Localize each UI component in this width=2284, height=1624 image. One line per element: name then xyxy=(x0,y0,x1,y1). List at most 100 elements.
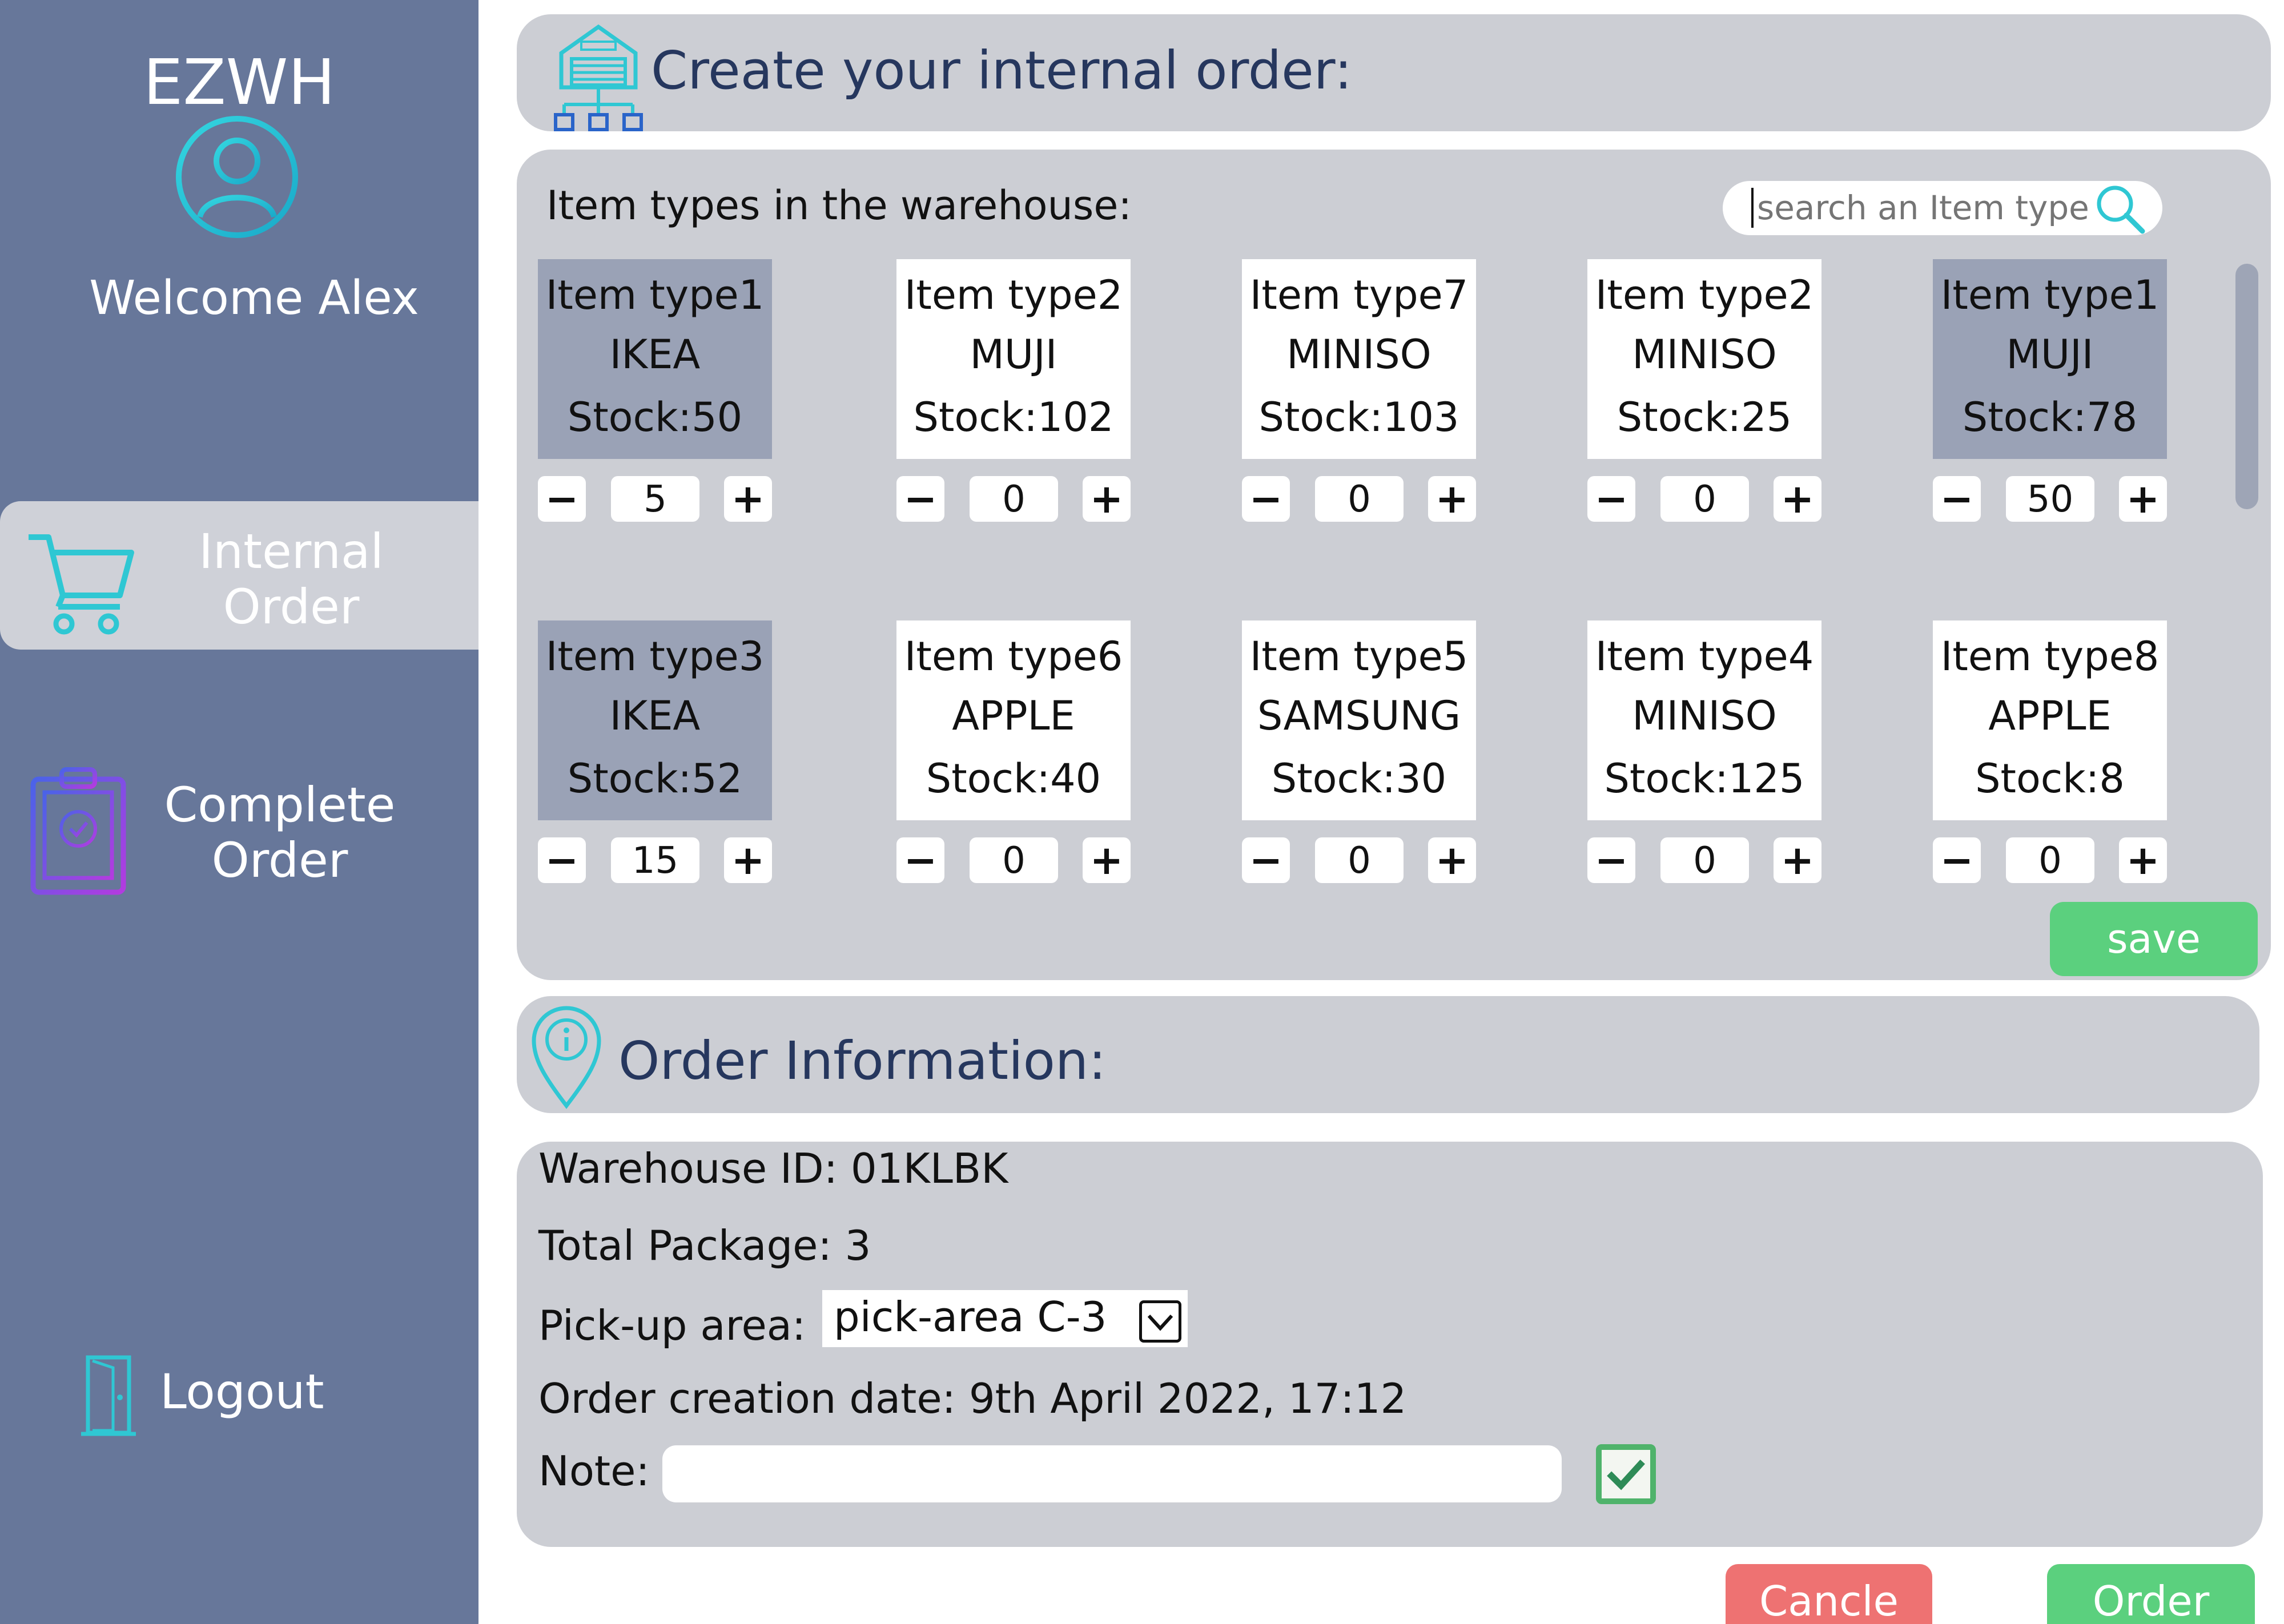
items-section-title: Item types in the warehouse: xyxy=(546,182,1132,229)
item-card[interactable]: Item type2 MUJI Stock:102 xyxy=(896,259,1131,459)
nav-label-line1: Complete xyxy=(164,777,396,833)
item-card[interactable]: Item type8 APPLE Stock:8 xyxy=(1933,620,2167,820)
item-stock: Stock:52 xyxy=(567,755,743,802)
item-card[interactable]: Item type1 IKEA Stock:50 xyxy=(538,259,772,459)
increment-button[interactable]: + xyxy=(724,476,772,522)
quantity-value[interactable]: 0 xyxy=(2006,837,2094,883)
quantity-stepper[interactable]: −0 + xyxy=(1242,476,1476,522)
pickup-area-select[interactable]: pick-area C-3 xyxy=(822,1290,1188,1347)
quantity-value[interactable]: 0 xyxy=(970,837,1058,883)
quantity-value[interactable]: 0 xyxy=(970,476,1058,522)
item-stock: Stock:103 xyxy=(1258,394,1459,441)
quantity-stepper[interactable]: −5 + xyxy=(538,476,772,522)
create-order-header: Create your internal order: xyxy=(517,14,2271,131)
increment-button[interactable]: + xyxy=(2119,837,2167,883)
warehouse-network-icon xyxy=(554,24,643,131)
quantity-stepper[interactable]: −0 + xyxy=(1242,837,1476,883)
shopping-cart-icon xyxy=(29,534,134,635)
quantity-value[interactable]: 0 xyxy=(1660,476,1749,522)
brand-title: EZWH xyxy=(143,46,336,119)
quantity-stepper[interactable]: −0 + xyxy=(1587,837,1821,883)
increment-button[interactable]: + xyxy=(724,837,772,883)
increment-button[interactable]: + xyxy=(2119,476,2167,522)
item-stock: Stock:25 xyxy=(1617,394,1792,441)
item-name: Item type6 xyxy=(904,633,1123,680)
increment-button[interactable]: + xyxy=(1083,476,1131,522)
item-card[interactable]: Item type5 SAMSUNG Stock:30 xyxy=(1242,620,1476,820)
search-icon[interactable] xyxy=(2092,181,2149,238)
decrement-button[interactable]: − xyxy=(896,837,944,883)
item-brand: MUJI xyxy=(970,331,1057,378)
nav-internal-order[interactable]: Internal Order xyxy=(0,501,478,650)
decrement-button[interactable]: − xyxy=(896,476,944,522)
item-name: Item type8 xyxy=(1940,633,2160,680)
cancel-button[interactable]: Cancle xyxy=(1726,1564,1932,1624)
decrement-button[interactable]: − xyxy=(538,837,586,883)
sidebar: EZWH Welcome Alex Internal Order Complet… xyxy=(0,0,478,1624)
quantity-value[interactable]: 0 xyxy=(1315,476,1404,522)
item-card[interactable]: Item type4 MINISO Stock:125 xyxy=(1587,620,1821,820)
decrement-button[interactable]: − xyxy=(1587,476,1635,522)
item-card[interactable]: Item type3 IKEA Stock:52 xyxy=(538,620,772,820)
user-circle-icon xyxy=(176,116,298,238)
save-button[interactable]: save xyxy=(2050,902,2258,976)
item-stock: Stock:102 xyxy=(913,394,1114,441)
quantity-value[interactable]: 0 xyxy=(1315,837,1404,883)
quantity-value[interactable]: 0 xyxy=(1660,837,1749,883)
increment-button[interactable]: + xyxy=(1083,837,1131,883)
increment-button[interactable]: + xyxy=(1428,837,1476,883)
item-card[interactable]: Item type7 MINISO Stock:103 xyxy=(1242,259,1476,459)
pickup-area-value: pick-area C-3 xyxy=(834,1293,1107,1341)
quantity-stepper[interactable]: −0 + xyxy=(896,476,1131,522)
item-card[interactable]: Item type1 MUJI Stock:78 xyxy=(1933,259,2167,459)
warehouse-id: Warehouse ID: 01KLBK xyxy=(538,1145,1008,1192)
decrement-button[interactable]: − xyxy=(538,476,586,522)
item-brand: IKEA xyxy=(609,692,701,739)
quantity-value[interactable]: 50 xyxy=(2006,476,2094,522)
nav-complete-order-label: Complete Order xyxy=(154,777,405,888)
search-input[interactable] xyxy=(1751,188,2105,228)
scrollbar[interactable] xyxy=(2235,264,2258,509)
item-brand: APPLE xyxy=(1988,692,2112,739)
search-box[interactable] xyxy=(1723,181,2162,235)
quantity-stepper[interactable]: −50 + xyxy=(1933,476,2167,522)
confirm-checkbox[interactable] xyxy=(1596,1444,1656,1504)
quantity-stepper[interactable]: −0 + xyxy=(1587,476,1821,522)
nav-complete-order[interactable]: Complete Order xyxy=(0,765,478,908)
note-label: Note: xyxy=(538,1447,650,1495)
welcome-text: Welcome Alex xyxy=(89,271,419,325)
checkmark-icon xyxy=(1607,1459,1645,1490)
decrement-button[interactable]: − xyxy=(1933,476,1981,522)
decrement-button[interactable]: − xyxy=(1587,837,1635,883)
nav-logout-label: Logout xyxy=(160,1364,324,1420)
total-package: Total Package: 3 xyxy=(538,1222,871,1270)
quantity-stepper[interactable]: −15 + xyxy=(538,837,772,883)
decrement-button[interactable]: − xyxy=(1242,837,1290,883)
nav-label-line2: Order xyxy=(223,578,360,635)
increment-button[interactable]: + xyxy=(1774,476,1821,522)
item-card[interactable]: Item type6 APPLE Stock:40 xyxy=(896,620,1131,820)
item-name: Item type3 xyxy=(545,633,765,680)
quantity-stepper[interactable]: −0 + xyxy=(896,837,1131,883)
item-brand: MUJI xyxy=(2006,331,2094,378)
item-name: Item type1 xyxy=(1940,272,2160,319)
nav-logout[interactable]: Logout xyxy=(0,1341,478,1438)
item-card[interactable]: Item type2 MINISO Stock:25 xyxy=(1587,259,1821,459)
increment-button[interactable]: + xyxy=(1774,837,1821,883)
order-button[interactable]: Order xyxy=(2047,1564,2255,1624)
item-name: Item type4 xyxy=(1595,633,1814,680)
order-info-header: Order Information: xyxy=(517,996,2259,1113)
note-input[interactable] xyxy=(662,1445,1562,1502)
item-stock: Stock:40 xyxy=(926,755,1101,802)
clipboard-check-icon xyxy=(30,767,126,895)
quantity-stepper[interactable]: −0 + xyxy=(1933,837,2167,883)
decrement-button[interactable]: − xyxy=(1933,837,1981,883)
quantity-value[interactable]: 15 xyxy=(611,837,699,883)
decrement-button[interactable]: − xyxy=(1242,476,1290,522)
chevron-down-icon[interactable] xyxy=(1139,1300,1181,1343)
item-brand: APPLE xyxy=(952,692,1075,739)
increment-button[interactable]: + xyxy=(1428,476,1476,522)
item-name: Item type2 xyxy=(904,272,1123,319)
quantity-value[interactable]: 5 xyxy=(611,476,699,522)
item-types-panel: Item types in the warehouse: Item type1I… xyxy=(517,150,2271,980)
